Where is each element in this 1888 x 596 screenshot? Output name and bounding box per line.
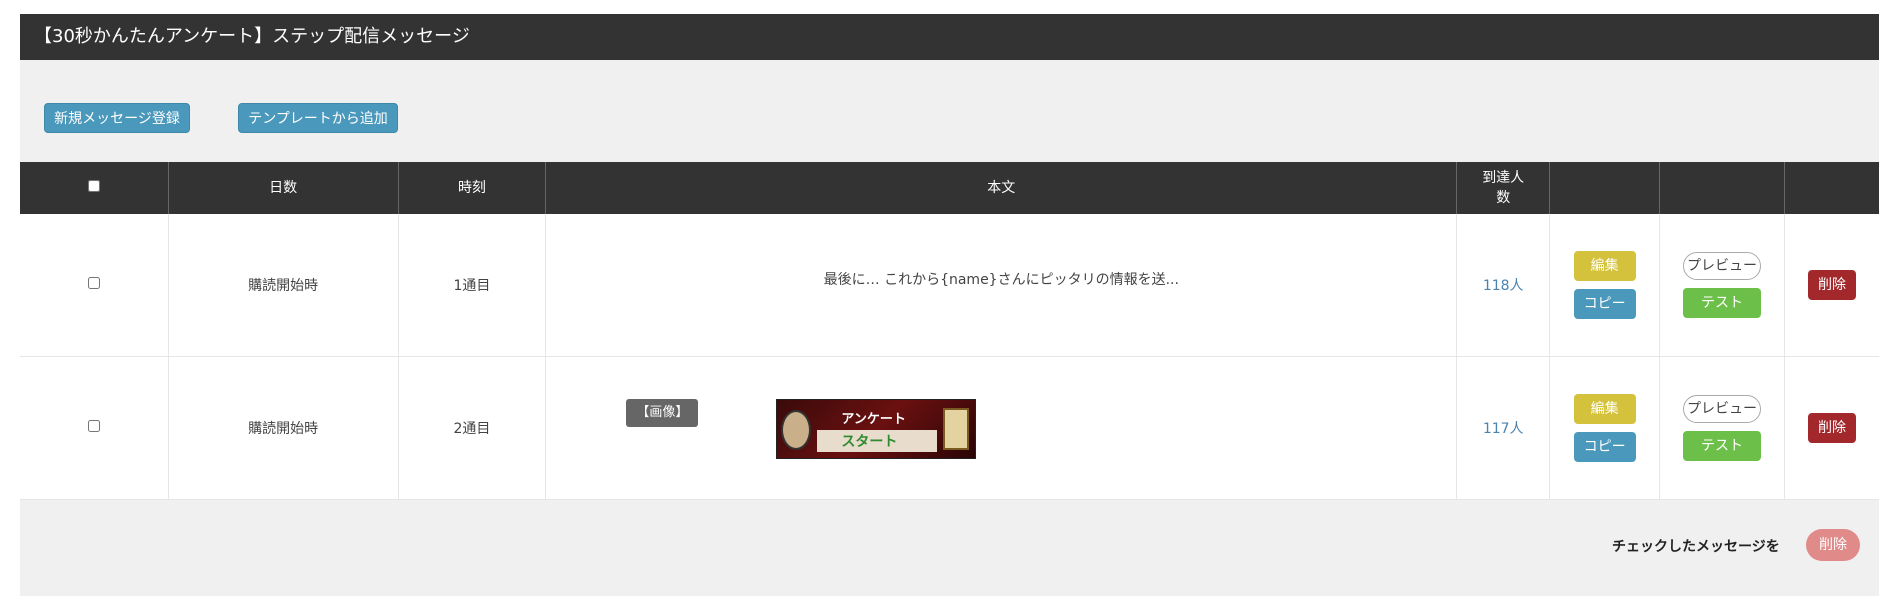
header-time: 時刻: [398, 162, 547, 214]
row-checkbox[interactable]: [87, 277, 100, 289]
character-face-icon: [781, 410, 812, 450]
header-preview-col: [1659, 162, 1786, 214]
clipboard-icon: [943, 408, 970, 450]
row-days: 購読開始時: [168, 214, 399, 357]
table-row: 購読開始時 1通目 最後に… これから{name}さんにピッタリの情報を送...…: [20, 214, 1879, 357]
row-delete-cell: 削除: [1784, 214, 1879, 357]
test-button[interactable]: テスト: [1683, 431, 1762, 461]
add-from-template-button[interactable]: テンプレートから追加: [238, 103, 398, 133]
new-message-button[interactable]: 新規メッセージ登録: [44, 103, 190, 133]
row-days: 購読開始時: [168, 356, 399, 500]
header-days: 日数: [168, 162, 399, 214]
row-select-cell: [20, 214, 169, 357]
page-title: 【30秒かんたんアンケート】ステップ配信メッセージ: [20, 14, 1879, 60]
row-time: 2通目: [398, 356, 547, 500]
table-row: 購読開始時 2通目 【画像】 アンケート スタート 117人 編集 コピー プレ…: [20, 356, 1879, 500]
survey-start-banner-image: アンケート スタート: [776, 399, 977, 459]
reach-count-link[interactable]: 118人: [1483, 278, 1524, 294]
row-body: 【画像】 アンケート スタート: [545, 356, 1458, 500]
copy-button[interactable]: コピー: [1573, 432, 1636, 462]
table-header-row: 日数 時刻 本文 到達人数: [20, 162, 1879, 214]
message-preview-text: 最後に… これから{name}さんにピッタリの情報を送...: [823, 272, 1179, 288]
header-body: 本文: [545, 162, 1458, 214]
test-button[interactable]: テスト: [1683, 288, 1762, 318]
edit-button[interactable]: 編集: [1573, 394, 1636, 424]
row-select-cell: [20, 356, 169, 500]
header-delete-col: [1784, 162, 1879, 214]
bulk-action-label: チェックしたメッセージを: [1612, 539, 1780, 555]
preview-button[interactable]: プレビュー: [1683, 395, 1762, 423]
row-edit-actions: 編集 コピー: [1549, 214, 1661, 357]
delete-button[interactable]: 削除: [1808, 413, 1856, 443]
row-edit-actions: 編集 コピー: [1549, 356, 1661, 500]
delete-button[interactable]: 削除: [1808, 270, 1856, 300]
header-edit-col: [1549, 162, 1661, 214]
row-reach: 118人: [1456, 214, 1551, 357]
row-time: 1通目: [398, 214, 547, 357]
row-delete-cell: 削除: [1784, 356, 1879, 500]
header-reach: 到達人数: [1456, 162, 1551, 214]
message-table: 日数 時刻 本文 到達人数 購読開始時 1通目 最後に… これから{name}さ…: [20, 162, 1879, 500]
row-reach: 117人: [1456, 356, 1551, 500]
edit-button[interactable]: 編集: [1573, 251, 1636, 281]
header-select-all: [20, 162, 169, 214]
row-preview-actions: プレビュー テスト: [1659, 356, 1786, 500]
row-body: 最後に… これから{name}さんにピッタリの情報を送...: [545, 214, 1458, 357]
bulk-delete-button[interactable]: 削除: [1806, 529, 1860, 561]
row-preview-actions: プレビュー テスト: [1659, 214, 1786, 357]
banner-text-survey: アンケート: [841, 412, 906, 427]
select-all-checkbox[interactable]: [87, 180, 100, 192]
copy-button[interactable]: コピー: [1573, 289, 1636, 319]
preview-button[interactable]: プレビュー: [1683, 252, 1762, 280]
row-checkbox[interactable]: [87, 420, 100, 432]
reach-count-link[interactable]: 117人: [1483, 421, 1524, 437]
image-badge: 【画像】: [626, 399, 699, 427]
banner-text-start: スタート: [841, 434, 898, 450]
